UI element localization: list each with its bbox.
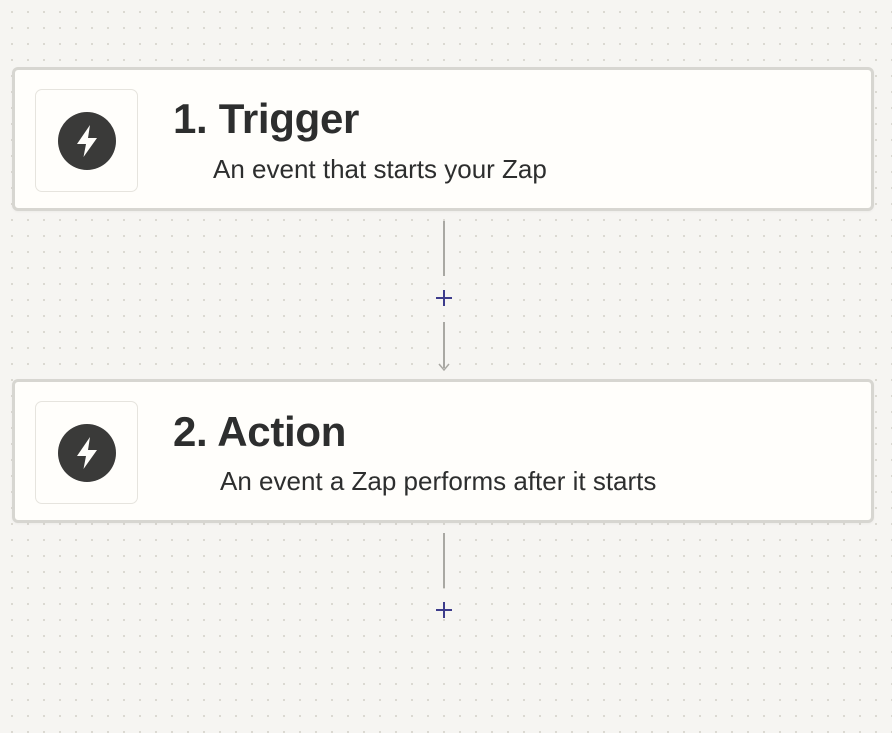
trigger-app-icon-tile <box>35 89 138 192</box>
trigger-step-card[interactable]: 1. Trigger An event that starts your Zap <box>12 67 874 211</box>
zap-editor-canvas: 1. Trigger An event that starts your Zap… <box>0 0 892 733</box>
arrow-down-icon <box>438 363 450 372</box>
action-step-card[interactable]: 2. Action An event a Zap performs after … <box>12 379 874 523</box>
action-app-icon-tile <box>35 401 138 504</box>
step-title: 2. Action <box>173 408 347 455</box>
bolt-icon <box>57 423 116 482</box>
plus-icon <box>436 290 452 306</box>
step-title: 1. Trigger <box>173 95 360 142</box>
connector-line <box>443 533 445 588</box>
step-description: An event that starts your Zap <box>213 154 547 184</box>
connector-line <box>443 221 445 276</box>
plus-icon <box>436 602 452 618</box>
bolt-icon <box>57 111 116 170</box>
step-description: An event a Zap performs after it starts <box>220 466 657 496</box>
add-step-button[interactable] <box>432 286 456 310</box>
add-step-button[interactable] <box>432 598 456 622</box>
